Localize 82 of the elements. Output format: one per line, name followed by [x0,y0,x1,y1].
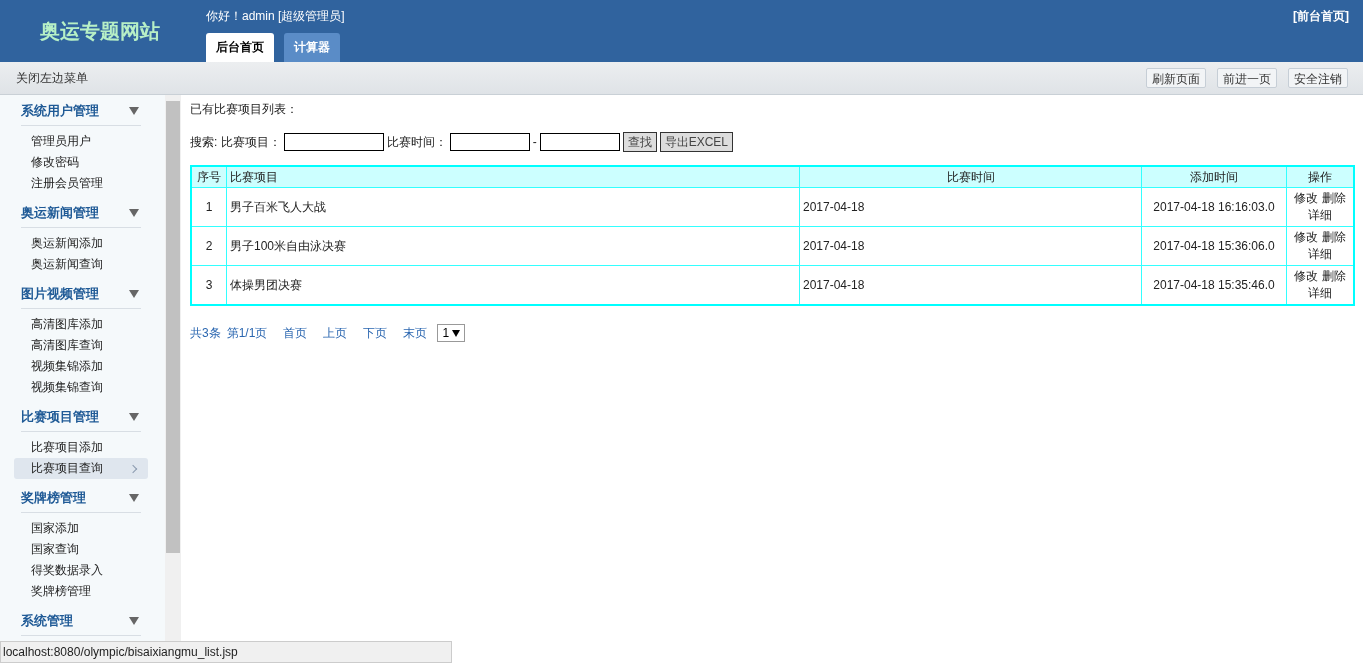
menu-group-header[interactable]: 系统管理 [21,607,141,636]
menu-item[interactable]: 国家查询 [14,539,148,560]
table-cell: 1 [191,187,227,227]
triangle-down-icon [129,209,139,217]
menu-item[interactable]: 比赛项目添加 [14,437,148,458]
action-link[interactable]: 删除 [1321,191,1346,205]
menu-group-title[interactable]: 比赛项目管理 [21,408,99,426]
action-link[interactable]: 详细 [1308,247,1332,261]
scrollbar-thumb[interactable] [166,101,180,553]
menu-group-title[interactable]: 系统管理 [21,612,73,630]
triangle-down-icon [129,617,139,625]
action-link[interactable]: 详细 [1308,208,1332,222]
triangle-down-icon [129,494,139,502]
table-cell: 男子100米自由泳决赛 [226,226,800,266]
column-header: 序号 [191,166,227,188]
menu-group-header[interactable]: 奥运新闻管理 [21,199,141,228]
table-cell: 2017-04-18 [799,226,1142,266]
menu-group-header[interactable]: 图片视频管理 [21,280,141,309]
menu-item[interactable]: 比赛项目查询 [14,458,148,479]
action-link[interactable]: 修改 [1294,191,1319,205]
column-header: 添加时间 [1141,166,1287,188]
pager-link[interactable]: 上页 [323,324,348,342]
record-count: 共3条 [190,324,221,342]
action-link[interactable]: 删除 [1321,230,1346,244]
event-name-field[interactable] [283,133,384,151]
menu-group-title[interactable]: 奥运新闻管理 [21,204,99,222]
page-indicator: 第1/1页 [226,324,268,342]
search-label: 搜索: 比赛项目： [190,133,281,151]
triangle-down-icon [129,290,139,298]
toolbar-button[interactable]: 前进一页 [1217,68,1277,88]
page-select[interactable]: 1 [437,324,466,342]
start-date-field[interactable] [449,133,530,151]
menu-item[interactable]: 管理员用户 [14,131,148,152]
export-button[interactable]: 导出EXCEL [659,132,734,152]
toolbar-button[interactable]: 刷新页面 [1146,68,1206,88]
table-cell: 2017-04-18 15:36:06.0 [1141,226,1287,266]
action-link[interactable]: 修改 [1294,269,1319,283]
menu-item[interactable]: 奥运新闻添加 [14,233,148,254]
find-button[interactable]: 查找 [622,132,657,152]
triangle-down-icon [129,107,139,115]
action-link[interactable]: 修改 [1294,230,1319,244]
end-date-field[interactable] [539,133,620,151]
time-label: 比赛时间： [386,133,447,151]
column-header: 比赛时间 [799,166,1142,188]
column-header: 比赛项目 [226,166,800,188]
table-cell: 2017-04-18 16:16:03.0 [1141,187,1287,227]
table-cell: 2 [191,226,227,266]
pager-link[interactable]: 首页 [283,324,308,342]
menu-group-header[interactable]: 奖牌榜管理 [21,484,141,513]
menu-group-header[interactable]: 比赛项目管理 [21,403,141,432]
menu-group-title[interactable]: 系统用户管理 [21,102,99,120]
site-logo: 奥运专题网站 [40,18,160,44]
action-link[interactable]: 删除 [1321,269,1346,283]
menu-item[interactable]: 视频集锦添加 [14,356,148,377]
dropdown-arrow-icon [452,330,461,338]
table-cell: 男子百米飞人大战 [226,187,800,227]
menu-item[interactable]: 奥运新闻查询 [14,254,148,275]
menu-item[interactable]: 视频集锦查询 [14,377,148,398]
nav-tab[interactable]: 后台首页 [206,33,274,62]
toolbar-button[interactable]: 安全注销 [1288,68,1348,88]
menu-item[interactable]: 高清图库添加 [14,314,148,335]
menu-item[interactable]: 国家添加 [14,518,148,539]
table-cell: 2017-04-18 [799,187,1142,227]
triangle-down-icon [129,413,139,421]
menu-item[interactable]: 高清图库查询 [14,335,148,356]
action-link[interactable]: 详细 [1308,286,1332,300]
menu-group-header[interactable]: 系统用户管理 [21,97,141,126]
status-url-tooltip: localhost:8080/olympic/bisaixiangmu_list.jsp [0,641,452,663]
range-separator: - [532,135,537,149]
menu-group-title[interactable]: 奖牌榜管理 [21,489,86,507]
column-header: 操作 [1286,166,1354,188]
close-menu-link[interactable]: 关闭左边菜单 [16,69,88,87]
menu-item[interactable]: 修改密码 [14,152,148,173]
list-heading: 已有比赛项目列表： [190,101,299,118]
greeting-text: 你好！admin [超级管理员] [206,8,345,25]
menu-item[interactable]: 奖牌榜管理 [14,581,148,602]
menu-item[interactable]: 得奖数据录入 [14,560,148,581]
menu-item[interactable]: 注册会员管理 [14,173,148,194]
pager-link[interactable]: 末页 [403,324,428,342]
menu-group-title[interactable]: 图片视频管理 [21,285,99,303]
pager-link[interactable]: 下页 [363,324,388,342]
front-page-link[interactable]: [前台首页] [1293,8,1349,25]
